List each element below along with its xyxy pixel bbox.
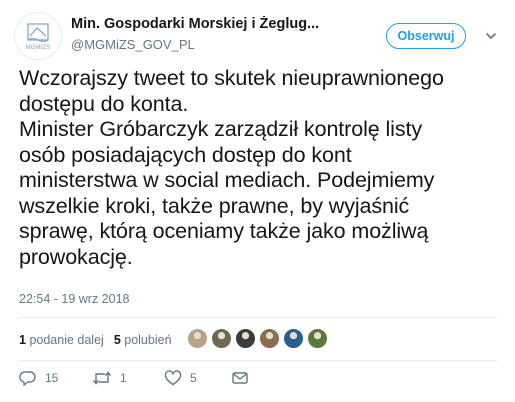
chevron-down-icon[interactable] <box>484 29 498 43</box>
retweets-stat[interactable]: 1 podanie dalej <box>19 333 104 347</box>
divider <box>19 360 497 361</box>
tweet-actions: 15 1 5 <box>19 370 499 390</box>
tweet-line: prowokację. <box>19 244 133 269</box>
user-avatar-1[interactable] <box>187 328 208 349</box>
tweet-line: sprawę, którą oceniamy także jako możliw… <box>19 219 429 243</box>
heart-icon <box>164 370 182 386</box>
tweet-line: ministerstwa w social mediach. Podejmiem… <box>19 168 435 192</box>
avatar-label: MGMiZS <box>25 44 51 51</box>
account-name[interactable]: Min. Gospodarki Morskiej i Żeglug... <box>71 16 339 32</box>
tweet-line: osób posiadających dostęp do kont <box>19 142 352 167</box>
follow-button[interactable]: Obserwuj <box>386 23 466 49</box>
tweet-line: dostępu do konta. <box>19 91 189 116</box>
user-avatar-2[interactable] <box>211 328 232 349</box>
divider <box>19 317 497 318</box>
reply-icon <box>19 371 36 386</box>
tweet-line: Minister Gróbarczyk zarządził kontrolę l… <box>19 117 423 141</box>
retweet-action[interactable]: 1 <box>92 370 127 386</box>
likes-count: 5 <box>113 333 121 347</box>
retweets-label: podanie dalej <box>29 333 104 347</box>
user-avatar-5[interactable] <box>283 328 304 349</box>
ministry-logo-icon <box>27 22 49 42</box>
user-avatar-4[interactable] <box>259 328 280 349</box>
likes-label: polubień <box>124 333 172 347</box>
avatar[interactable]: MGMiZS <box>14 12 62 60</box>
account-handle[interactable]: @MGMiZS_GOV_PL <box>71 37 195 52</box>
message-action[interactable] <box>231 370 249 386</box>
tweet-stats: 1 podanie dalej 5 polubień <box>19 333 172 347</box>
tweet-line: Wczorajszy tweet to skutek nieuprawnione… <box>19 66 444 90</box>
likers-list <box>187 328 328 349</box>
like-count: 5 <box>190 371 197 385</box>
user-avatar-6[interactable] <box>307 328 328 349</box>
retweets-count: 1 <box>19 333 26 347</box>
envelope-icon <box>232 372 248 384</box>
reply-count: 15 <box>45 371 59 385</box>
tweet-timestamp[interactable]: 22:54 - 19 wrz 2018 <box>19 292 130 306</box>
like-action[interactable]: 5 <box>164 370 197 386</box>
likes-stat[interactable]: 5 polubień <box>114 333 172 347</box>
reply-action[interactable]: 15 <box>19 370 58 386</box>
user-avatar-3[interactable] <box>235 328 256 349</box>
tweet-text: Wczorajszy tweet to skutek nieuprawnione… <box>19 66 509 270</box>
retweet-icon <box>92 371 112 385</box>
tweet-line: wszelkie kroki, także prawne, by wyjaśni… <box>19 193 410 218</box>
retweet-count: 1 <box>120 371 127 385</box>
